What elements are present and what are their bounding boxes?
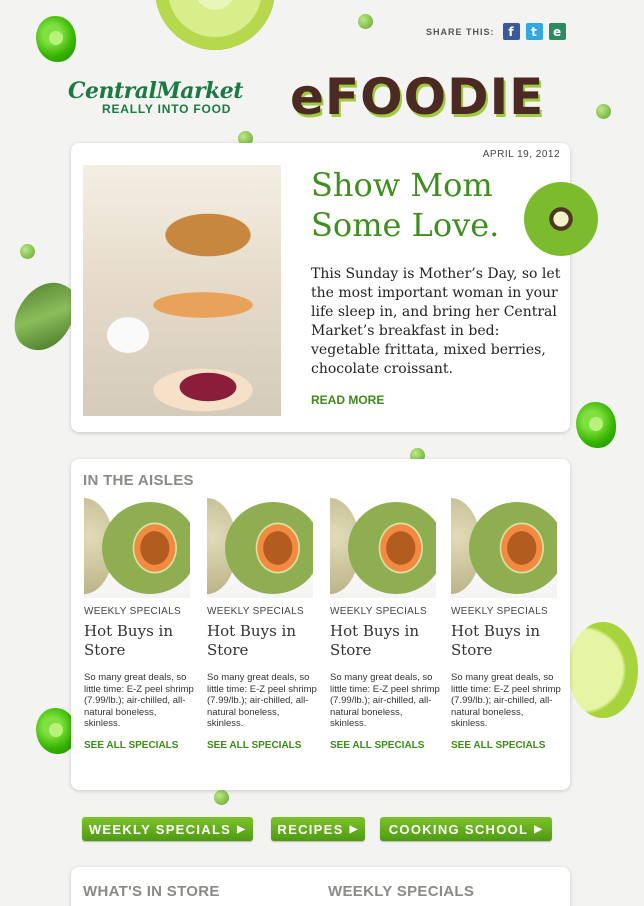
item-body: So many great deals, so little time: E-Z… [84,672,194,729]
feature-body: This Sunday is Mother’s Day, so let the … [311,266,561,377]
item-kicker: WEEKLY SPECIALS [207,606,304,617]
whats-in-store-heading: WHAT'S IN STORE [83,883,220,900]
item-body: So many great deals, so little time: E-Z… [451,672,561,729]
lime-slice-decoration [155,0,275,50]
lime-slice-decoration [568,622,638,718]
brand-name: CentralMarket [68,78,243,104]
facebook-icon[interactable]: f [502,23,520,40]
pea-decoration [214,790,229,805]
arrow-right-icon: ▶ [349,823,359,835]
pea-decoration [596,104,611,119]
breakfast-photo[interactable] [83,165,281,416]
email-icon[interactable]: e [548,23,566,40]
feature-card: APRIL 19, 2012 Show Mom Some Love. This … [71,143,570,432]
aisle-item: WEEKLY SPECIALS Hot Buys in Store So man… [207,496,317,751]
read-more-link[interactable]: READ MORE [311,393,384,407]
weekly-specials-button[interactable]: WEEKLY SPECIALS ▶ [82,817,253,841]
jalapeno-slice-decoration [36,16,76,62]
cantaloupe-photo[interactable] [451,496,557,598]
jalapeno-slice-decoration [576,402,616,448]
jalapeno-slice-decoration [36,708,76,754]
button-label: RECIPES [277,821,344,837]
arrow-right-icon: ▶ [237,823,247,835]
see-all-specials-link[interactable]: SEE ALL SPECIALS [207,740,317,751]
item-title: Hot Buys in Store [451,622,540,659]
pea-decoration [20,244,35,259]
button-label: COOKING SCHOOL [388,821,529,837]
cantaloupe-photo[interactable] [207,496,313,598]
issue-date: APRIL 19, 2012 [482,149,560,160]
aisle-item: WEEKLY SPECIALS Hot Buys in Store So man… [84,496,194,751]
item-body: So many great deals, so little time: E-Z… [330,672,440,729]
pea-decoration [358,14,373,29]
item-title: Hot Buys in Store [330,622,419,659]
in-the-aisles-card: IN THE AISLES WEEKLY SPECIALS Hot Buys i… [71,459,570,790]
item-kicker: WEEKLY SPECIALS [451,606,548,617]
cantaloupe-photo[interactable] [84,496,190,598]
aisle-item: WEEKLY SPECIALS Hot Buys in Store So man… [451,496,561,751]
item-kicker: WEEKLY SPECIALS [84,606,181,617]
share-bar: SHARE THIS: f t e [426,23,566,40]
feature-title: Show Mom Some Love. [311,166,500,244]
button-label: WEEKLY SPECIALS [88,821,232,837]
recipes-button[interactable]: RECIPES ▶ [271,817,365,841]
arrow-right-icon: ▶ [534,823,544,835]
see-all-specials-link[interactable]: SEE ALL SPECIALS [84,740,194,751]
bottom-card: WHAT'S IN STORE WEEKLY SPECIALS [71,867,570,906]
share-label: SHARE THIS: [426,26,495,37]
cooking-school-button[interactable]: COOKING SCHOOL ▶ [380,817,552,841]
aisle-item: WEEKLY SPECIALS Hot Buys in Store So man… [330,496,440,751]
kiwi-decoration [524,182,598,256]
weekly-specials-heading: WEEKLY SPECIALS [328,883,475,900]
twitter-icon[interactable]: t [525,23,543,40]
see-all-specials-link[interactable]: SEE ALL SPECIALS [451,740,561,751]
item-body: So many great deals, so little time: E-Z… [207,672,317,729]
item-title: Hot Buys in Store [84,622,173,659]
item-kicker: WEEKLY SPECIALS [330,606,427,617]
efoodie-logo: eFOODIE [290,68,545,126]
central-market-logo[interactable]: CentralMarket REALLY INTO FOOD [68,78,268,116]
cantaloupe-photo[interactable] [330,496,436,598]
see-all-specials-link[interactable]: SEE ALL SPECIALS [330,740,440,751]
brand-tagline: REALLY INTO FOOD [102,102,232,116]
section-heading: IN THE AISLES [83,472,194,489]
item-title: Hot Buys in Store [207,622,296,659]
